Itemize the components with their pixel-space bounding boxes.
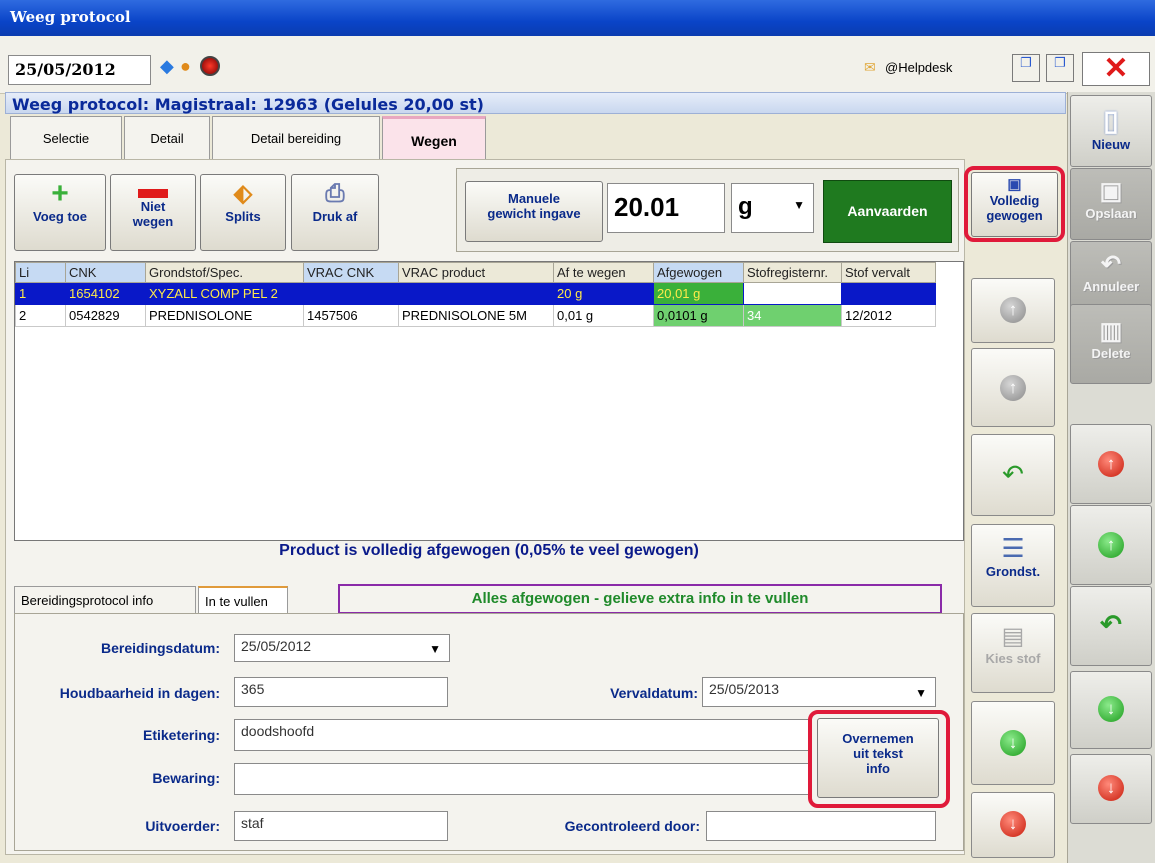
users-icon[interactable]: ● bbox=[180, 56, 191, 77]
window-title: Weeg protocol bbox=[0, 0, 1155, 36]
floppy-icon: ▣ bbox=[1007, 176, 1022, 193]
close-icon[interactable]: ✕ bbox=[1082, 52, 1150, 86]
checked-by-label: Gecontroleerd door: bbox=[564, 818, 700, 834]
move-up-red-button[interactable]: ↑ bbox=[1070, 424, 1152, 504]
move-down-red-button[interactable]: ↓ bbox=[1070, 754, 1152, 824]
helpdesk-link[interactable]: @Helpdesk bbox=[885, 60, 952, 75]
shelf-life-label: Houdbaarheid in dagen: bbox=[59, 685, 220, 701]
save-button[interactable]: ▣ Opslaan bbox=[1070, 168, 1152, 240]
split-button[interactable]: ⬖ Splits bbox=[200, 174, 286, 251]
arrow-down-icon: ↓ bbox=[1098, 696, 1124, 722]
expiry-select[interactable]: 25/05/2013 ▼ bbox=[702, 677, 936, 707]
choose-substance-button[interactable]: ▤ Kies stof bbox=[971, 613, 1055, 693]
add-button[interactable]: + Voeg toe bbox=[14, 174, 106, 251]
raw-material-button[interactable]: ☰ Grondst. bbox=[971, 524, 1055, 607]
undo-button[interactable]: ↶ bbox=[971, 434, 1055, 516]
down-button-green[interactable]: ↓ bbox=[971, 701, 1055, 785]
labeling-label: Etiketering: bbox=[142, 727, 220, 743]
arrow-up-icon: ↑ bbox=[1098, 451, 1124, 477]
prep-date-label: Bereidingsdatum: bbox=[100, 640, 220, 656]
restore-icon[interactable]: ❐ bbox=[1012, 54, 1040, 82]
mail-icon[interactable]: ✉ bbox=[864, 59, 876, 76]
trash-icon: ▥ bbox=[1099, 318, 1123, 345]
column-header[interactable]: Af te wegen bbox=[553, 262, 654, 283]
split-icon: ⬖ bbox=[233, 180, 253, 207]
document-icon: ▤ bbox=[1001, 623, 1025, 650]
unit-select[interactable]: g ▼ bbox=[731, 183, 814, 233]
manual-weight-button[interactable]: Manuele gewicht ingave bbox=[465, 181, 603, 242]
window-icon[interactable]: ❐ bbox=[1046, 54, 1074, 82]
table-header: Li CNK Grondstof/Spec. VRAC CNK VRAC pro… bbox=[15, 262, 936, 283]
arrow-up-icon: ↑ bbox=[1098, 532, 1124, 558]
tab-in-te-vullen[interactable]: In te vullen bbox=[198, 586, 288, 614]
date-field[interactable]: 25/05/2012 bbox=[8, 55, 151, 85]
tab-bereidingsprotocol-info[interactable]: Bereidingsprotocol info bbox=[14, 586, 196, 614]
executor-input[interactable]: staf bbox=[234, 811, 448, 841]
column-header[interactable]: VRAC product bbox=[398, 262, 554, 283]
storage-label: Bewaring: bbox=[152, 770, 220, 786]
expiry-label: Vervaldatum: bbox=[610, 685, 698, 701]
copy-from-text-button[interactable]: Overnemen uit tekst info bbox=[817, 718, 939, 798]
chevron-down-icon: ▼ bbox=[429, 642, 441, 656]
info-icon[interactable]: ◆ bbox=[160, 56, 174, 77]
record-icon[interactable] bbox=[200, 56, 220, 76]
move-down-green-button[interactable]: ↓ bbox=[1070, 671, 1152, 749]
column-header[interactable]: VRAC CNK bbox=[303, 262, 399, 283]
weight-input[interactable]: 20.01 bbox=[607, 183, 725, 233]
move-up-green-button[interactable]: ↑ bbox=[1070, 505, 1152, 585]
storage-input[interactable] bbox=[234, 763, 812, 795]
status-message: Product is volledig afgewogen (0,05% te … bbox=[279, 542, 699, 559]
column-header[interactable]: Afgewogen bbox=[653, 262, 744, 283]
printer-icon: ⎙ bbox=[325, 180, 345, 207]
new-button[interactable]: ▯ Nieuw bbox=[1070, 95, 1152, 167]
chevron-down-icon: ▼ bbox=[915, 686, 927, 700]
table-row[interactable]: 2 0542829 PREDNISOLONE 1457506 PREDNISOL… bbox=[15, 304, 936, 327]
undo-icon: ↶ bbox=[1100, 609, 1122, 639]
plus-icon: + bbox=[51, 177, 69, 210]
undo-icon: ↶ bbox=[1100, 251, 1122, 278]
table-row[interactable]: 1 1654102 XYZALL COMP PEL 2 20 g 20,01 g bbox=[15, 282, 936, 305]
cancel-button[interactable]: ↶ Annuleer bbox=[1070, 241, 1152, 313]
up-button-1[interactable]: ↑ bbox=[971, 278, 1055, 343]
column-header[interactable]: Stof vervalt bbox=[841, 262, 936, 283]
checked-by-input[interactable] bbox=[706, 811, 936, 841]
executor-label: Uitvoerder: bbox=[145, 818, 220, 834]
print-button[interactable]: ⎙ Druk af bbox=[291, 174, 379, 251]
undo-icon: ↶ bbox=[1002, 459, 1024, 489]
tab-detail-bereiding[interactable]: Detail bereiding bbox=[212, 116, 380, 160]
arrow-down-icon: ↓ bbox=[1000, 730, 1026, 756]
weigh-table: Li CNK Grondstof/Spec. VRAC CNK VRAC pro… bbox=[14, 261, 964, 541]
not-weigh-button[interactable]: ▬ Niet wegen bbox=[110, 174, 196, 251]
new-document-icon: ▯ bbox=[1103, 105, 1119, 136]
tab-selectie[interactable]: Selectie bbox=[10, 116, 122, 160]
floppy-icon: ▣ bbox=[1099, 178, 1123, 205]
column-header[interactable]: CNK bbox=[65, 262, 146, 283]
column-header[interactable]: Li bbox=[15, 262, 66, 283]
shelf-life-input[interactable]: 365 bbox=[234, 677, 448, 707]
arrow-down-icon: ↓ bbox=[1098, 775, 1124, 801]
list-icon: ☰ bbox=[1001, 533, 1025, 563]
accept-button[interactable]: Aanvaarden bbox=[823, 180, 952, 243]
labeling-input[interactable]: doodshoofd bbox=[234, 719, 812, 751]
up-button-2[interactable]: ↑ bbox=[971, 348, 1055, 427]
down-button-red[interactable]: ↓ bbox=[971, 792, 1055, 858]
undo-right-button[interactable]: ↶ bbox=[1070, 586, 1152, 666]
minus-icon: ▬ bbox=[138, 172, 168, 205]
column-header[interactable]: Stofregisternr. bbox=[743, 262, 842, 283]
page-title: Weeg protocol: Magistraal: 12963 (Gelule… bbox=[5, 92, 1066, 114]
delete-button[interactable]: ▥ Delete bbox=[1070, 304, 1152, 384]
column-header[interactable]: Grondstof/Spec. bbox=[145, 262, 304, 283]
prep-date-select[interactable]: 25/05/2012 ▼ bbox=[234, 634, 450, 662]
chevron-down-icon: ▼ bbox=[793, 198, 805, 212]
arrow-up-icon: ↑ bbox=[1000, 297, 1026, 323]
arrow-down-icon: ↓ bbox=[1000, 811, 1026, 837]
arrow-up-icon: ↑ bbox=[1000, 375, 1026, 401]
notice-banner: Alles afgewogen - gelieve extra info in … bbox=[338, 584, 942, 614]
tab-detail[interactable]: Detail bbox=[124, 116, 210, 160]
tab-wegen[interactable]: Wegen bbox=[382, 116, 486, 160]
complete-weighed-button[interactable]: ▣ Volledig gewogen bbox=[971, 172, 1058, 237]
